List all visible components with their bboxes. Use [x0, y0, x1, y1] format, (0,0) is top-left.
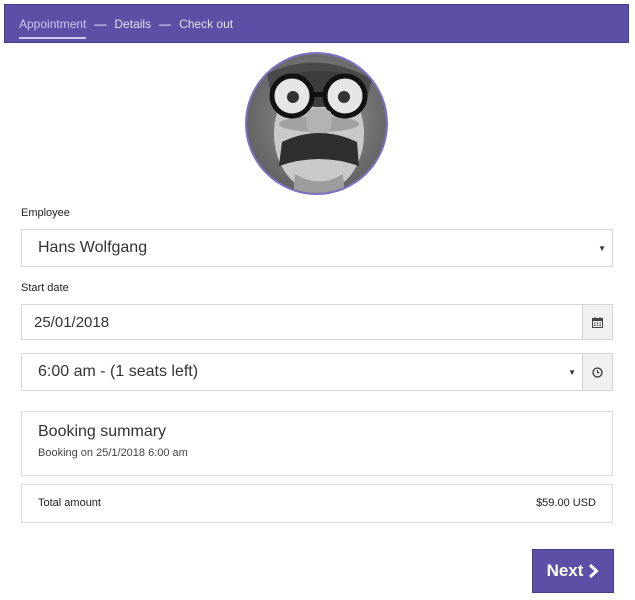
- total-amount-label: Total amount: [38, 497, 101, 509]
- booking-summary-title: Booking summary: [38, 423, 167, 440]
- booking-summary-detail: Booking on 25/1/2018 6:00 am: [38, 447, 188, 459]
- calendar-button[interactable]: [582, 304, 613, 340]
- step-separator: —: [159, 16, 172, 31]
- total-amount-value: $59.00 USD: [536, 497, 596, 509]
- clock-icon: [592, 366, 603, 378]
- employee-avatar: [245, 52, 388, 195]
- booking-summary-panel: Booking summary Booking on 25/1/2018 6:0…: [21, 411, 613, 476]
- employee-select-value: Hans Wolfgang: [38, 239, 148, 256]
- time-slot-select[interactable]: 6:00 am - (1 seats left) ▼: [21, 353, 582, 391]
- start-date-label: Start date: [21, 282, 69, 294]
- next-button-label: Next: [546, 561, 584, 580]
- time-slot-value: 6:00 am - (1 seats left): [38, 363, 199, 380]
- start-date-input[interactable]: 25/01/2018: [21, 304, 582, 340]
- step-appointment[interactable]: Appointment: [19, 13, 87, 39]
- wizard-steps: Appointment — Details — Check out: [19, 13, 233, 39]
- caret-down-icon: ▼: [568, 367, 576, 377]
- wizard-steps-bar: Appointment — Details — Check out: [4, 4, 629, 43]
- employee-label: Employee: [21, 207, 70, 219]
- time-slot-group: 6:00 am - (1 seats left) ▼: [21, 353, 613, 391]
- next-button[interactable]: Next: [532, 549, 614, 593]
- employee-select[interactable]: Hans Wolfgang ▼: [21, 229, 613, 267]
- step-separator: —: [94, 16, 107, 31]
- caret-down-icon: ▼: [598, 243, 606, 253]
- employee-photo: [247, 54, 386, 193]
- chevron-right-icon: [589, 564, 600, 578]
- total-amount-panel: Total amount $59.00 USD: [21, 484, 613, 523]
- step-details[interactable]: Details: [114, 13, 151, 35]
- calendar-icon: [592, 316, 603, 328]
- start-date-group: 25/01/2018: [21, 304, 613, 340]
- clock-button[interactable]: [582, 353, 613, 391]
- step-checkout[interactable]: Check out: [179, 13, 233, 35]
